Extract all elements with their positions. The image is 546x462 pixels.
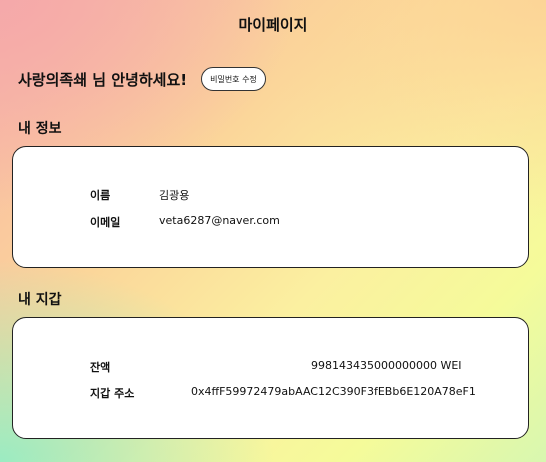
greeting-row: 사랑의족쇄 님 안녕하세요! 비밀번호 수정: [18, 67, 266, 91]
balance-value: 998143435000000000 WEI: [311, 359, 462, 372]
name-value: 김광용: [159, 189, 190, 202]
my-info-heading: 내 정보: [18, 121, 62, 137]
wallet-address-value: 0x4ffF59972479abAAC12C390F3fEBb6E120A78e…: [191, 385, 476, 398]
greeting-text: 사랑의족쇄 님 안녕하세요!: [18, 70, 188, 89]
email-value: veta6287@naver.com: [159, 214, 280, 227]
my-wallet-heading: 내 지갑: [18, 292, 62, 308]
name-label: 이름: [90, 189, 111, 202]
my-info-card: 이름 김광용 이메일 veta6287@naver.com: [12, 146, 529, 268]
my-wallet-card: 잔액 998143435000000000 WEI 지갑 주소 0x4ffF59…: [12, 317, 529, 439]
page-title: 마이페이지: [238, 16, 308, 34]
change-password-button[interactable]: 비밀번호 수정: [201, 67, 266, 91]
email-label: 이메일: [90, 216, 121, 229]
balance-label: 잔액: [90, 361, 111, 374]
wallet-address-label: 지갑 주소: [90, 387, 135, 400]
